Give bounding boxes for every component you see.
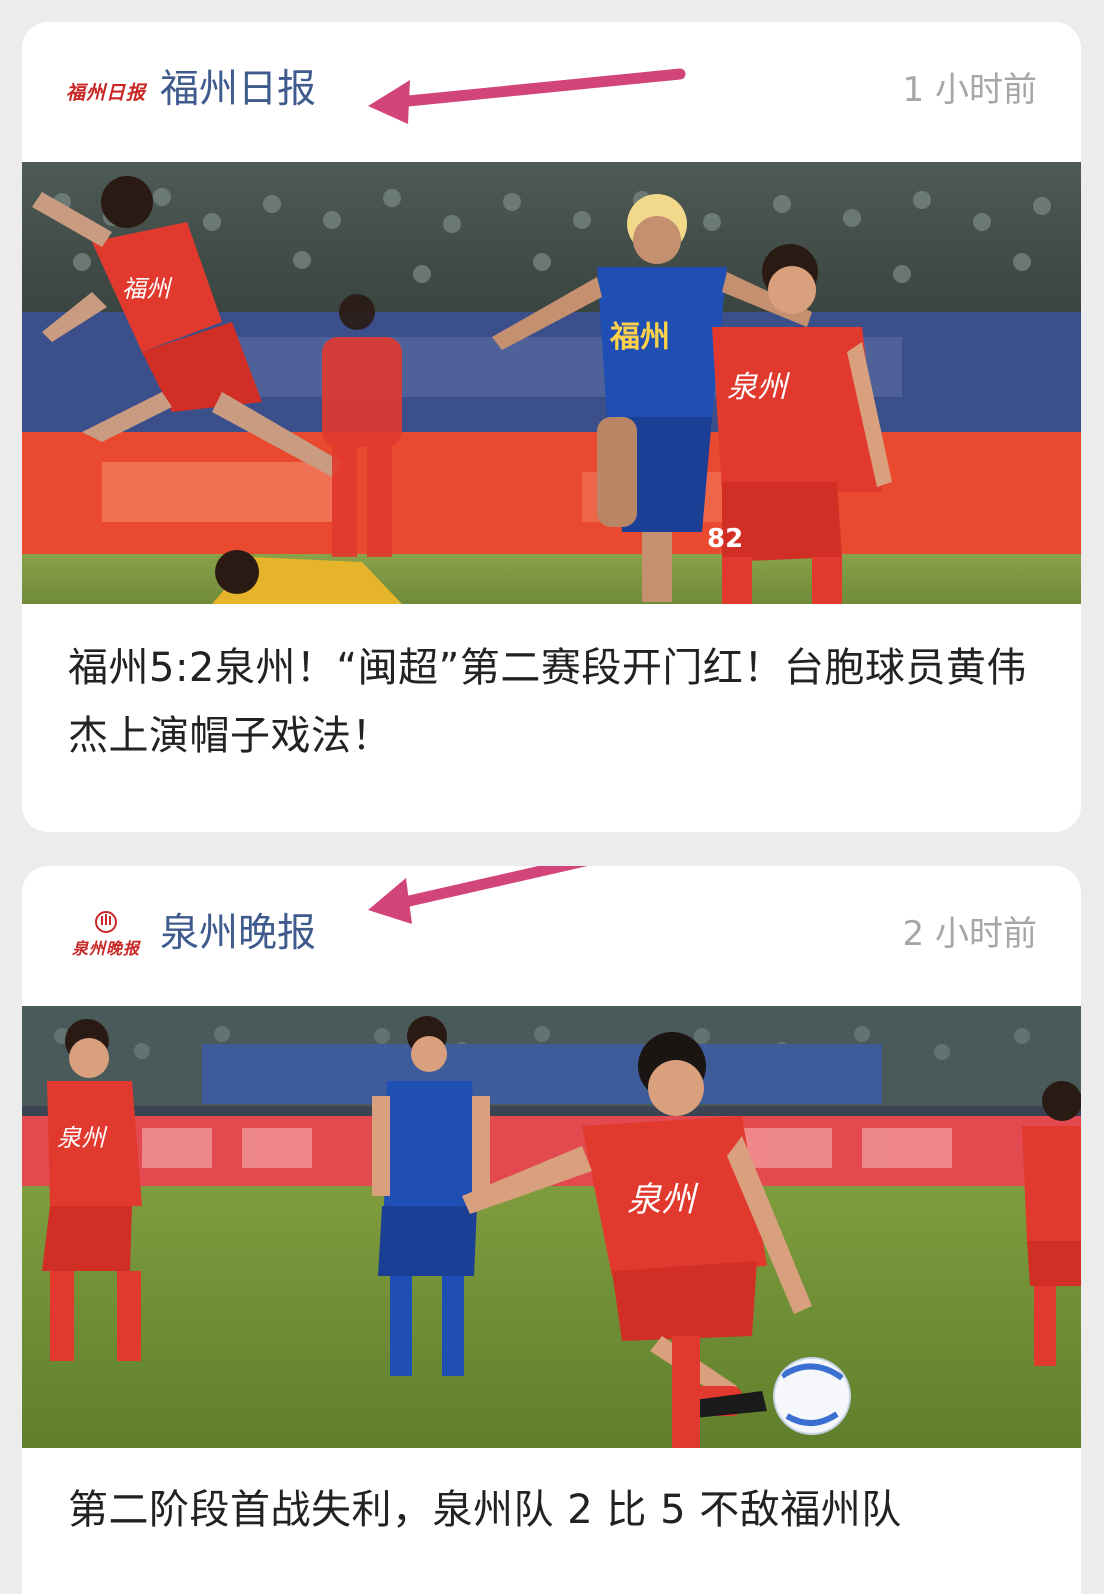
jersey-text: 泉州	[57, 1124, 108, 1152]
logo-mark-icon	[95, 911, 117, 933]
football-photo-illustration: 泉州 泉州	[22, 1006, 1081, 1448]
article-photo[interactable]: 泉州 泉州	[22, 1006, 1081, 1448]
arrow-annotation-icon	[368, 68, 686, 124]
football-ball	[773, 1357, 851, 1435]
news-card[interactable]: 泉州晚报 泉州晚报 2 小时前 泉州 泉州 第二阶段首战失利，泉州队 2 比 5…	[22, 866, 1081, 1594]
football-photo-illustration: 福州 福州 泉州 82	[22, 162, 1081, 604]
arrow-annotation-icon	[368, 866, 588, 924]
article-photo[interactable]: 福州 福州 泉州 82	[22, 162, 1081, 604]
jersey-number: 82	[707, 524, 743, 554]
source-name[interactable]: 泉州晚报	[160, 904, 316, 964]
timestamp: 2 小时前	[902, 914, 1037, 954]
article-headline[interactable]: 福州5:2泉州！“闽超”第二赛段开门红！台胞球员黄伟杰上演帽子戏法！	[68, 634, 1029, 770]
timestamp: 1 小时前	[902, 70, 1037, 110]
jersey-text: 福州	[609, 320, 670, 355]
news-feed: 福州日报 福州日报 1 小时前 福州 福州 泉州 82 福州5:2泉州！“闽超”…	[0, 0, 1104, 1594]
jersey-text: 泉州	[627, 1180, 699, 1220]
source-name[interactable]: 福州日报	[160, 60, 316, 120]
logo-text: 福州日报	[65, 81, 146, 104]
quanzhou-evening-logo[interactable]: 泉州晚报	[56, 910, 156, 960]
jersey-text: 泉州	[727, 370, 791, 405]
logo-text: 泉州晚报	[71, 939, 140, 958]
card-header: 泉州晚报 泉州晚报 2 小时前	[22, 866, 1081, 1004]
fuzhou-daily-logo[interactable]: 福州日报	[56, 66, 156, 116]
news-card[interactable]: 福州日报 福州日报 1 小时前 福州 福州 泉州 82 福州5:2泉州！“闽超”…	[22, 22, 1081, 832]
card-header: 福州日报 福州日报 1 小时前	[22, 22, 1081, 160]
jersey-text: 福州	[122, 275, 173, 303]
article-headline[interactable]: 第二阶段首战失利，泉州队 2 比 5 不敌福州队	[68, 1476, 1029, 1544]
